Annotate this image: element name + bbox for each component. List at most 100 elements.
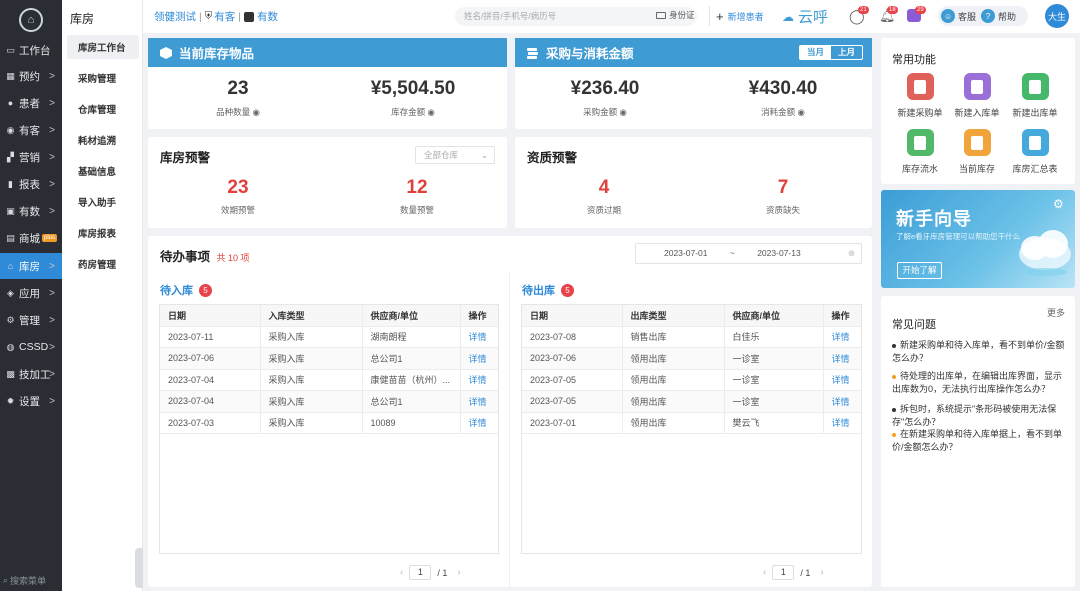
detail-link[interactable]: 详情 [460,390,498,413]
bullet-icon [892,343,896,348]
sidebar-item-2[interactable]: ● 患者 > [0,90,62,116]
sidebar-item-4[interactable]: ▞ 营销 > [0,144,62,170]
sidebar-item-13[interactable]: ✹ 设置 > [0,388,62,414]
date-range-picker[interactable]: 2023-07-01 ~ 2023-07-13 ⊗ [635,243,862,264]
subnav-item-1[interactable]: 采购管理 [67,66,139,90]
page-input[interactable]: 1 [409,565,432,580]
sidebar-item-11[interactable]: ◍ CSSD > [0,334,62,360]
sidebar-item-0[interactable]: ▭ 工作台 [0,37,62,63]
clinic-logo[interactable]: ⌂ [19,8,43,32]
function-3[interactable]: 库存流水 [891,129,949,175]
sidebar-item-label: 报表 [19,178,40,191]
detail-link[interactable]: 详情 [823,326,861,348]
divider [509,272,510,587]
subnav-item-6[interactable]: 库房报表 [67,221,139,245]
service-button[interactable]: 客服 [958,10,976,23]
next-page-icon[interactable]: › [457,567,460,578]
detail-link[interactable]: 详情 [460,347,498,370]
table-row: 2023-07-03 采购入库 10089 详情 [160,412,498,434]
table-row: 2023-07-06 采购入库 总公司1 详情 [160,347,498,370]
subnav-item-2[interactable]: 仓库管理 [67,97,139,121]
idcard-button[interactable]: 身份证 [656,9,695,21]
function-label: 新建采购单 [897,108,943,118]
beginner-guide-banner: 新手向导 了解e看牙库房管理可以帮助您干什么 开始了解 ⚙ [881,190,1075,288]
next-page-icon[interactable]: › [820,567,823,578]
tab-last-month[interactable]: 上月 [831,46,862,59]
inbound-table: 日期 入库类型 供应商/单位 操作 2023-07-11 采购入库 湖南朗程 详情 2023-0… [159,304,499,554]
bell-badge: 18 [887,6,898,14]
faq-item[interactable]: 新建采购单和待入库单，看不到单价/金额怎么办？ [892,339,1070,365]
sidebar-item-6[interactable]: ▣ 有数 > [0,198,62,224]
menu-search[interactable]: ⌕ 搜索菜单 [3,573,59,587]
shop-icon: ▤ [6,232,15,243]
detail-link[interactable]: 详情 [460,412,498,434]
tab-current-month[interactable]: 当月 [799,46,831,59]
page-input[interactable]: 1 [772,565,795,580]
new-patient-button[interactable]: + 新增患者 [716,9,764,24]
detail-link[interactable]: 详情 [823,390,861,413]
youke-link[interactable]: 有客 [214,9,235,24]
sidebar-item-5[interactable]: ▮ 报表 > [0,171,62,197]
document-icon [963,129,991,156]
gear-icon[interactable]: ⚙ [1053,197,1064,211]
inventory-amount: ¥5,504.50 [370,78,456,99]
prev-page-icon[interactable]: ‹ [400,567,403,578]
table-cell: 一诊室 [724,390,824,413]
outbound-pager: ‹ 1 / 1 › [763,565,824,580]
detail-link[interactable]: 详情 [823,347,861,370]
subnav-item-7[interactable]: 药房管理 [67,252,139,276]
table-row: 2023-07-08 销售出库 白佳乐 详情 [522,326,861,348]
detail-link[interactable]: 详情 [460,326,498,348]
sidebar-item-8[interactable]: ⌂ 库房 > [0,253,62,279]
subnav-item-4[interactable]: 基础信息 [67,159,139,183]
tool-icon: ▩ [6,368,15,379]
faq-item[interactable]: 待处理的出库单，在编辑出库界面，显示出库数为0，无法执行出库操作怎么办？ [892,370,1070,396]
chevron-right-icon: > [49,395,55,407]
sidebar-item-10[interactable]: ⚙ 管理 > [0,307,62,333]
eye-icon: ◉ [6,124,15,135]
function-0[interactable]: 新建采购单 [891,73,949,119]
sidebar-item-1[interactable]: ▦ 预约 > [0,63,62,89]
subnav-item-0[interactable]: 库房工作台 [67,35,139,59]
cloud-illustration-icon [1019,230,1071,276]
help-button[interactable]: 帮助 [998,10,1016,23]
sidebar-item-9[interactable]: ◈ 应用 > [0,280,62,306]
inbound-count-badge: 5 [199,283,212,297]
faq-more-link[interactable]: 更多 [1047,306,1065,319]
warehouse-select[interactable]: 全部仓库 ⌄ [415,146,495,164]
user-avatar[interactable]: 大生 [1045,4,1069,28]
shield-icon: ⛨ [204,11,213,22]
quantity-alert-count[interactable]: 12 [367,177,467,199]
todo-title: 待办事项 共 10 项 [160,250,250,264]
chevron-right-icon: > [49,70,55,82]
detail-link[interactable]: 详情 [823,369,861,391]
chart-box-icon: ▣ [6,205,15,216]
faq-item[interactable]: 在新建采购单和待入库单据上，看不到单价/金额怎么办？ [892,428,1070,454]
org-switcher[interactable]: 领健测试 | ⛨ 有客 | 有数 [154,9,278,24]
table-cell: 白佳乐 [724,326,824,348]
function-2[interactable]: 新建出库单 [1006,73,1064,119]
sidebar-item-7[interactable]: ▤ 商城 plus [0,225,62,251]
qualification-expired-label: 资质过期 [586,205,621,215]
function-1[interactable]: 新建入库单 [948,73,1006,119]
sidebar-item-12[interactable]: ▩ 技加工 > [0,361,62,387]
chevron-right-icon: > [49,178,55,190]
subnav-item-3[interactable]: 耗材追溯 [67,128,139,152]
cloud-call-button[interactable]: ☁ 云呼 [782,6,828,27]
sidebar-item-3[interactable]: ◉ 有客 > [0,117,62,143]
subnav-item-5[interactable]: 导入助手 [67,190,139,214]
user-icon: ● [7,98,14,108]
faq-item[interactable]: 拆包时，系统提示"条形码被使用无法保存"怎么办？ [892,403,1070,429]
function-5[interactable]: 库房汇总表 [1006,129,1064,175]
qualification-missing-count[interactable]: 7 [733,177,833,199]
guide-start-button[interactable]: 开始了解 [897,262,942,279]
function-4[interactable]: 当前库存 [948,129,1006,175]
expiry-alert-count[interactable]: 23 [188,177,288,199]
detail-link[interactable]: 详情 [823,412,861,434]
detail-link[interactable]: 详情 [460,369,498,391]
prev-page-icon[interactable]: ‹ [763,567,766,578]
youshu-link[interactable]: 有数 [257,9,278,24]
collapse-handle[interactable] [135,548,143,588]
qualification-expired-count[interactable]: 4 [554,177,654,199]
function-label: 新建入库单 [954,108,1000,118]
